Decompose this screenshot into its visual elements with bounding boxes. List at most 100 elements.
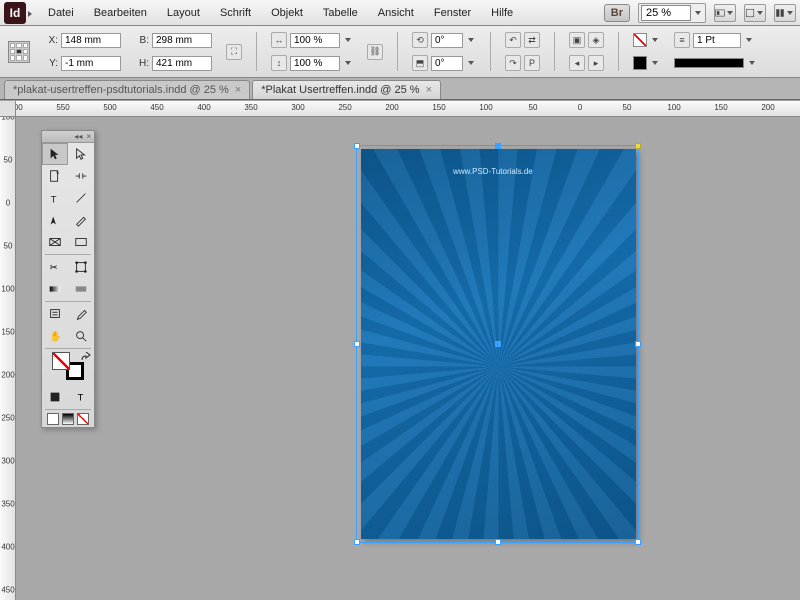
menu-type[interactable]: Schrift	[210, 7, 261, 19]
selection-tool[interactable]	[42, 143, 68, 165]
w-label: B:	[135, 35, 149, 46]
scale-y-icon: ↕	[271, 55, 287, 71]
scissors-tool[interactable]: ✂	[42, 256, 68, 278]
document-page[interactable]: www.PSD-Tutorials.de	[361, 149, 636, 539]
width-input[interactable]	[152, 33, 212, 48]
doc-tab-0[interactable]: *plakat-usertreffen-psdtutorials.indd @ …	[4, 80, 250, 99]
document-tab-bar: *plakat-usertreffen-psdtutorials.indd @ …	[0, 78, 800, 100]
line-tool[interactable]	[68, 187, 94, 209]
select-next-icon[interactable]: ▸	[588, 55, 604, 71]
doc-tab-1[interactable]: *Plakat Usertreffen.indd @ 25 % ×	[252, 80, 441, 99]
panel-header[interactable]: ◂◂ ×	[42, 131, 94, 143]
menu-help[interactable]: Hilfe	[481, 7, 523, 19]
pen-tool[interactable]	[42, 209, 68, 231]
x-label: X:	[44, 35, 58, 46]
shear-input[interactable]	[431, 56, 463, 71]
svg-text:T: T	[78, 393, 84, 404]
svg-text:✂: ✂	[50, 263, 58, 274]
starburst-bg	[361, 149, 636, 539]
stroke-weight-input[interactable]	[693, 33, 741, 48]
link-icon[interactable]: ⛓	[367, 44, 383, 60]
note-tool[interactable]	[42, 303, 68, 325]
y-input[interactable]	[61, 56, 121, 71]
canvas[interactable]: www.PSD-Tutorials.de ◂◂ × T ✂	[16, 117, 800, 600]
select-content-icon[interactable]: ◈	[588, 32, 604, 48]
svg-text:✋: ✋	[50, 331, 62, 343]
screen-mode-icon[interactable]	[744, 4, 766, 22]
fill-swatch[interactable]	[633, 33, 647, 47]
page-tool[interactable]	[42, 165, 68, 187]
app-logo[interactable]: Id	[4, 2, 26, 24]
rotate-input[interactable]	[431, 33, 463, 48]
svg-text:T: T	[51, 194, 57, 205]
menu-window[interactable]: Fenster	[424, 7, 481, 19]
rectangle-frame-tool[interactable]	[42, 231, 68, 253]
control-panel: X: Y: B: H: ⛶ ↔ ↕ ⛓ ⟲ ⬒ ↶ ⇄ ↷ P ▣ ◈ ◂ ▸	[0, 26, 800, 78]
rotate-icon: ⟲	[412, 32, 428, 48]
y-label: Y:	[44, 58, 58, 69]
bridge-button[interactable]: Br	[604, 4, 630, 22]
menu-file[interactable]: Datei	[38, 7, 84, 19]
height-input[interactable]	[152, 56, 212, 71]
reference-point[interactable]	[8, 30, 30, 73]
rectangle-tool[interactable]	[68, 231, 94, 253]
direct-selection-tool[interactable]	[68, 143, 94, 165]
vertical-ruler[interactable]: 10050050100150200250300350400450	[0, 117, 16, 600]
arrange-docs-icon[interactable]	[774, 4, 796, 22]
select-prev-icon[interactable]: ◂	[569, 55, 585, 71]
zoom-level[interactable]: 25 %	[638, 3, 706, 23]
hand-tool[interactable]: ✋	[42, 325, 68, 347]
handle-se[interactable]	[635, 539, 641, 545]
fill-color[interactable]	[52, 352, 70, 370]
select-container-icon[interactable]: ▣	[569, 32, 585, 48]
menu-object[interactable]: Objekt	[261, 7, 313, 19]
constrain-icon[interactable]: ⛶	[226, 44, 242, 60]
menu-table[interactable]: Tabelle	[313, 7, 368, 19]
view-options-icon[interactable]	[714, 4, 736, 22]
tab-label: *Plakat Usertreffen.indd @ 25 %	[261, 84, 419, 96]
free-transform-tool[interactable]	[68, 256, 94, 278]
apply-color-swatch[interactable]	[77, 413, 89, 425]
gradient-swatch-tool[interactable]	[42, 278, 68, 300]
type-tool[interactable]: T	[42, 187, 68, 209]
pencil-tool[interactable]	[68, 209, 94, 231]
scale-x-icon: ↔	[271, 32, 287, 48]
menu-bar: Id Datei Bearbeiten Layout Schrift Objek…	[0, 0, 800, 26]
chevron-down-icon	[727, 11, 733, 15]
chevron-down-icon	[787, 11, 793, 15]
collapse-icon[interactable]: ◂◂	[74, 132, 82, 141]
scale-y-input[interactable]	[290, 56, 340, 71]
menu-edit[interactable]: Bearbeiten	[84, 7, 157, 19]
chevron-down-icon	[695, 11, 701, 15]
close-icon[interactable]: ×	[235, 84, 241, 96]
gap-tool[interactable]	[68, 165, 94, 187]
scale-x-input[interactable]	[290, 33, 340, 48]
rotate-ccw-icon[interactable]: ↶	[505, 32, 521, 48]
handle-w[interactable]	[354, 341, 360, 347]
menu-view[interactable]: Ansicht	[368, 7, 424, 19]
apply-gradient-swatch[interactable]	[62, 413, 74, 425]
rotate-cw-icon[interactable]: ↷	[505, 55, 521, 71]
stroke-style[interactable]	[674, 58, 744, 68]
close-icon[interactable]: ×	[86, 132, 91, 141]
menu-layout[interactable]: Layout	[157, 7, 210, 19]
swap-colors-icon[interactable]	[81, 352, 91, 362]
apply-text-icon[interactable]: T	[68, 386, 94, 408]
handle-sw[interactable]	[354, 539, 360, 545]
flip-h-icon[interactable]: ⇄	[524, 32, 540, 48]
ruler-origin[interactable]	[0, 101, 16, 117]
eyedropper-tool[interactable]	[68, 303, 94, 325]
zoom-tool[interactable]	[68, 325, 94, 347]
handle-s[interactable]	[495, 539, 501, 545]
x-input[interactable]	[61, 33, 121, 48]
apply-fill-icon[interactable]	[42, 386, 68, 408]
fill-stroke-swatch[interactable]	[42, 350, 94, 386]
apply-none-swatch[interactable]	[47, 413, 59, 425]
horizontal-ruler[interactable]: 6005505004504003503002502001501005005010…	[16, 101, 800, 117]
gradient-feather-tool[interactable]	[68, 278, 94, 300]
tools-panel[interactable]: ◂◂ × T ✂ ✋	[41, 130, 95, 428]
handle-nw[interactable]	[354, 143, 360, 149]
close-icon[interactable]: ×	[426, 84, 432, 96]
stroke-swatch[interactable]	[633, 56, 647, 70]
p-icon[interactable]: P	[524, 55, 540, 71]
